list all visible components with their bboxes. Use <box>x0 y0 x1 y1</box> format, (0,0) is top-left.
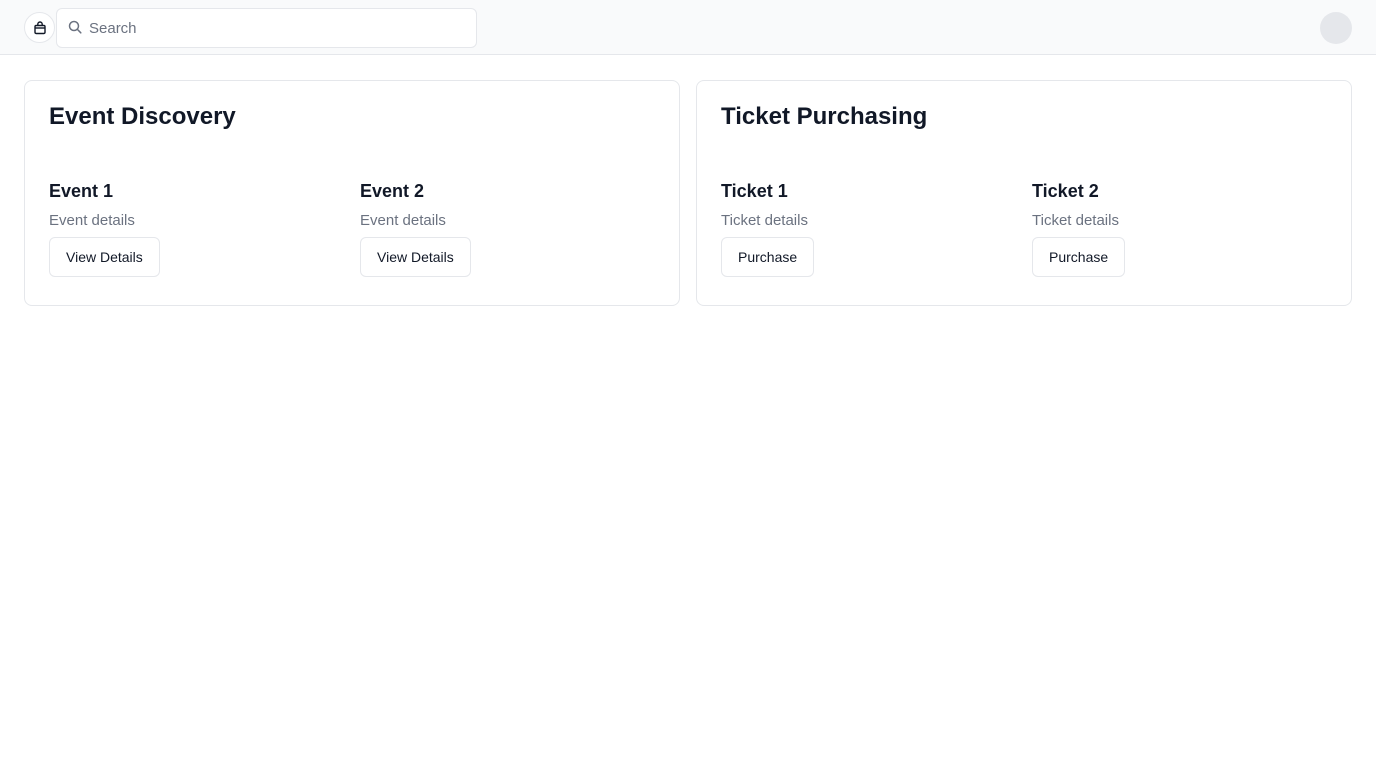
shopping-bag-icon <box>33 20 47 35</box>
ticket-item: Ticket 1 Ticket details Purchase <box>721 179 1011 277</box>
event-title: Event 2 <box>360 181 425 201</box>
search-input[interactable] <box>89 9 469 47</box>
ticket-title: Ticket 2 <box>1032 181 1099 201</box>
ticket-details: Ticket details <box>721 212 808 229</box>
event-details: Event details <box>49 212 135 229</box>
section-title: Event Discovery <box>49 103 236 130</box>
purchase-button[interactable]: Purchase <box>721 237 815 277</box>
ticket-title: Ticket 1 <box>721 181 788 201</box>
ticket-item: Ticket 2 Ticket details Purchase <box>1032 179 1322 277</box>
event-item: Event 2 Event details View Details <box>360 179 650 277</box>
section-title: Ticket Purchasing <box>721 103 928 130</box>
purchase-button[interactable]: Purchase <box>1032 237 1126 277</box>
top-bar <box>0 0 1376 55</box>
avatar[interactable] <box>1320 12 1352 44</box>
view-details-button[interactable]: View Details <box>360 237 471 277</box>
event-title: Event 1 <box>49 181 114 201</box>
event-details: Event details <box>360 212 446 229</box>
search-icon <box>67 19 83 35</box>
app-logo-button[interactable] <box>24 12 55 43</box>
event-discovery-card: Event Discovery Event 1 Event details Vi… <box>24 80 680 306</box>
ticket-details: Ticket details <box>1032 212 1119 229</box>
ticket-purchasing-card: Ticket Purchasing Ticket 1 Ticket detail… <box>696 80 1352 306</box>
event-item: Event 1 Event details View Details <box>49 179 339 277</box>
search-box <box>56 8 477 48</box>
view-details-button[interactable]: View Details <box>49 237 160 277</box>
